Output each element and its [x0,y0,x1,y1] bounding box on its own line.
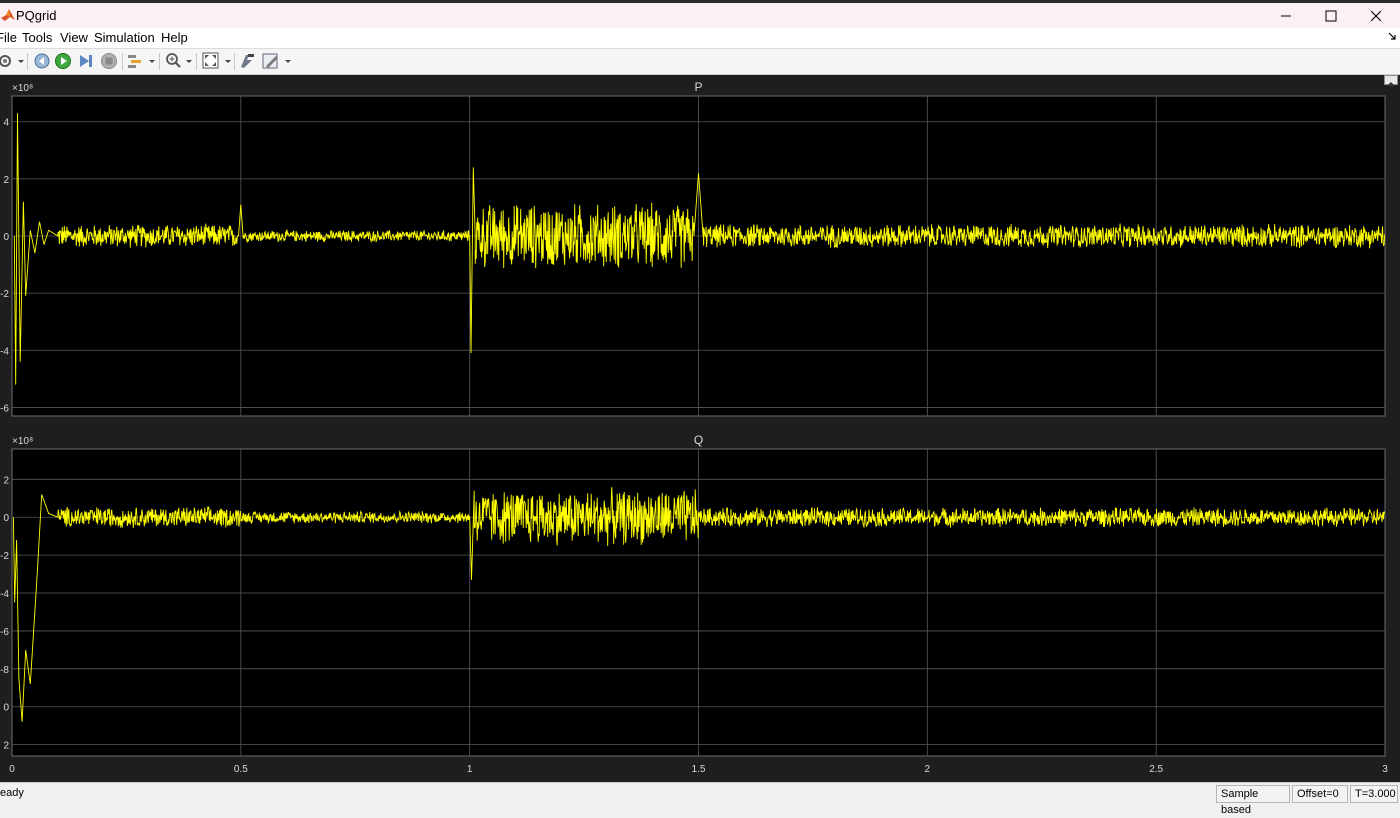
minimize-button[interactable] [1263,3,1309,28]
y-tick-label: 0 [3,703,9,714]
minimize-icon [1281,15,1291,17]
run-icon [55,53,71,69]
y-tick-label: 2 [3,741,9,752]
y-tick-label: -6 [0,627,9,638]
settings-icon [0,55,24,67]
y-tick-label: 4 [3,118,9,129]
sample-mode: Sample based [1216,785,1290,816]
menu-view[interactable]: View [60,30,88,45]
close-icon [1370,10,1382,22]
fit-view-icon [202,52,231,69]
step-back-button[interactable] [33,52,51,70]
style-icon [262,53,291,69]
plot-title: P [694,80,702,94]
menu-file[interactable]: File [0,30,17,45]
highlight-icon [128,55,155,68]
close-button[interactable] [1353,3,1399,28]
scope-figure[interactable]: P ×10⁸ 4 2 0 -2 -4 -6 Q ×10⁸ 2 0 -2 -4 -6 -8 0 2 0 0.5 1 1.5 2… [0,75,1400,782]
status-text: eady [0,787,24,799]
settings-button[interactable] [0,52,24,70]
arrow-icon[interactable] [1388,32,1396,40]
toolbar [0,49,1400,75]
x-tick-label: 1.5 [692,764,706,775]
matlab-icon [1,9,15,21]
maximize-button[interactable] [1308,3,1354,28]
fit-view-button[interactable] [202,52,234,70]
run-button[interactable] [54,52,72,70]
axes-q: Q ×10⁸ 2 0 -2 -4 -6 -8 0 2 0 0.5 1 1.5 2 2.5 3 [0,433,1388,775]
y-tick-label: -2 [0,551,9,562]
zoom-icon [166,53,192,68]
y-tick-label: 0 [3,232,9,243]
x-tick-label: 2.5 [1149,764,1163,775]
y-tick-label: 0 [3,513,9,524]
offset-indicator: Offset=0 [1292,785,1348,803]
menu-tools[interactable]: Tools [22,30,52,45]
plot-title: Q [694,433,703,447]
y-tick-label: -2 [0,289,9,300]
y-tick-label: -4 [0,346,9,357]
highlight-button[interactable] [127,52,157,70]
x-tick-label: 1 [467,764,473,775]
signal-tools-button[interactable] [238,52,256,70]
status-bar: eady Sample based Offset=0 T=3.000 [0,782,1400,816]
maximize-icon [1325,10,1337,22]
y-tick-label: 2 [3,475,9,486]
y-tick-label: 2 [3,175,9,186]
scope-plots: P ×10⁸ 4 2 0 -2 -4 -6 Q ×10⁸ 2 0 -2 -4 -6 -8 0 2 0 0.5 1 1.5 2… [0,80,1388,775]
menu-simulation[interactable]: Simulation [94,30,155,45]
signal-tools-icon [241,54,254,68]
step-forward-button[interactable] [77,52,95,70]
stop-button[interactable] [100,52,118,70]
step-forward-icon [80,55,92,67]
window-title: PQgrid [16,8,57,23]
axis-multiplier: ×10⁸ [12,83,33,94]
x-tick-label: 0.5 [234,764,248,775]
menu-bar: File Tools View Simulation Help [0,28,1400,49]
y-tick-label: -6 [0,403,9,414]
undock-icon [1387,82,1395,86]
x-tick-label: 2 [925,764,931,775]
zoom-button[interactable] [165,52,195,70]
axes-p: P ×10⁸ 4 2 0 -2 -4 -6 [0,80,1386,417]
y-tick-label: -4 [0,589,9,600]
axis-multiplier: ×10⁸ [12,436,33,447]
undock-button[interactable] [1384,75,1398,86]
x-tick-label: 0 [9,764,15,775]
y-tick-label: -8 [0,665,9,676]
title-bar[interactable]: PQgrid [0,0,1400,28]
stop-icon [101,53,117,69]
style-button[interactable] [262,52,294,70]
time-indicator: T=3.000 [1350,785,1398,803]
step-back-icon [34,53,50,69]
menu-help[interactable]: Help [161,30,188,45]
x-tick-label: 3 [1382,764,1388,775]
